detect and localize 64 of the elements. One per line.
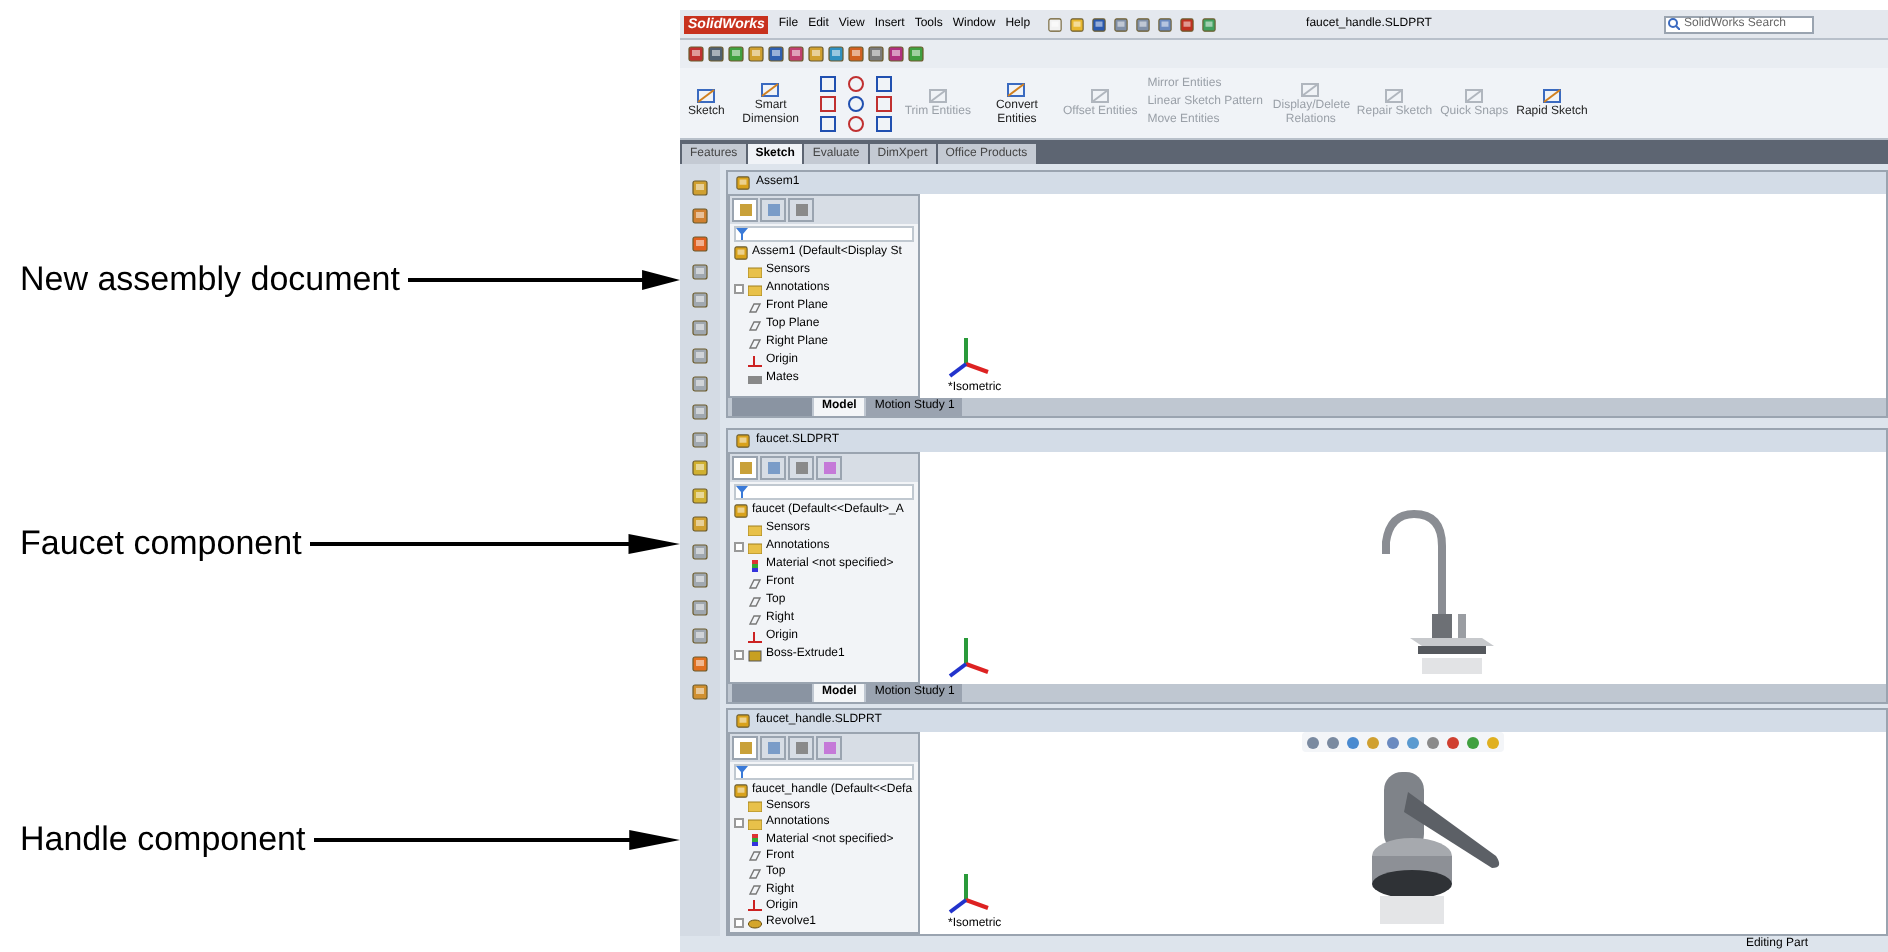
callout-label: New assembly document: [20, 260, 400, 300]
configuration-tab[interactable]: [788, 456, 814, 480]
square-icon: [821, 460, 837, 476]
square-icon: [765, 460, 781, 476]
configuration-tab[interactable]: [788, 198, 814, 222]
revolve-icon: [748, 917, 762, 930]
square-icon: [737, 202, 753, 218]
mates-icon: [748, 373, 762, 385]
configuration-tab[interactable]: [788, 736, 814, 760]
origin-icon: [748, 355, 762, 367]
square-icon: [793, 202, 809, 218]
pencil-rectangle-icon: [927, 86, 948, 106]
pencil-rectangle-icon: [1541, 86, 1562, 106]
filter-field[interactable]: [734, 226, 914, 242]
pencil-rectangle-icon: [1090, 86, 1111, 106]
filter-icon[interactable]: [736, 766, 748, 778]
material-icon: [748, 834, 762, 847]
origin-icon: [748, 900, 762, 913]
callout-label: Handle component: [20, 820, 306, 860]
pencil-rectangle-icon: [760, 79, 781, 99]
filter-icon[interactable]: [736, 228, 748, 240]
part-icon[interactable]: [736, 434, 750, 448]
pencil-rectangle-icon: [696, 86, 717, 106]
tree-tab[interactable]: [732, 736, 758, 760]
display-tab[interactable]: [816, 736, 842, 760]
axis-triad-icon: [948, 334, 992, 382]
filter-field[interactable]: [734, 764, 914, 780]
part-icon[interactable]: [734, 783, 748, 798]
part-icon[interactable]: [734, 504, 748, 518]
axis-triad-icon: [948, 870, 992, 918]
expand-icon[interactable]: [734, 284, 744, 294]
square-icon: [765, 202, 781, 218]
square-icon: [737, 740, 753, 756]
material-icon: [748, 559, 762, 571]
pencil-rectangle-icon: [1464, 86, 1485, 106]
display-tab[interactable]: [816, 456, 842, 480]
properties-tab[interactable]: [760, 456, 786, 480]
part-icon[interactable]: [736, 176, 750, 190]
filter-field[interactable]: [734, 484, 914, 500]
extrude-icon: [748, 649, 762, 661]
origin-icon: [748, 631, 762, 643]
expand-icon[interactable]: [734, 818, 744, 829]
filter-icon[interactable]: [736, 486, 748, 498]
square-icon: [793, 740, 809, 756]
properties-tab[interactable]: [760, 736, 786, 760]
part-icon[interactable]: [736, 714, 750, 728]
square-icon: [765, 740, 781, 756]
square-icon: [793, 460, 809, 476]
tree-tab[interactable]: [732, 198, 758, 222]
pencil-rectangle-icon: [1006, 79, 1027, 99]
axis-triad-icon: [948, 634, 992, 682]
search-icon[interactable]: [1668, 18, 1680, 30]
tree-tab[interactable]: [732, 456, 758, 480]
pencil-rectangle-icon: [1300, 79, 1321, 99]
square-icon: [821, 740, 837, 756]
part-icon[interactable]: [734, 246, 748, 260]
expand-icon[interactable]: [734, 918, 744, 929]
expand-icon[interactable]: [734, 542, 744, 552]
callout-label: Faucet component: [20, 524, 302, 564]
pencil-rectangle-icon: [1384, 86, 1405, 106]
rectangle-icon[interactable]: [820, 95, 837, 111]
properties-tab[interactable]: [760, 198, 786, 222]
expand-icon[interactable]: [734, 650, 744, 660]
square-icon: [737, 460, 753, 476]
